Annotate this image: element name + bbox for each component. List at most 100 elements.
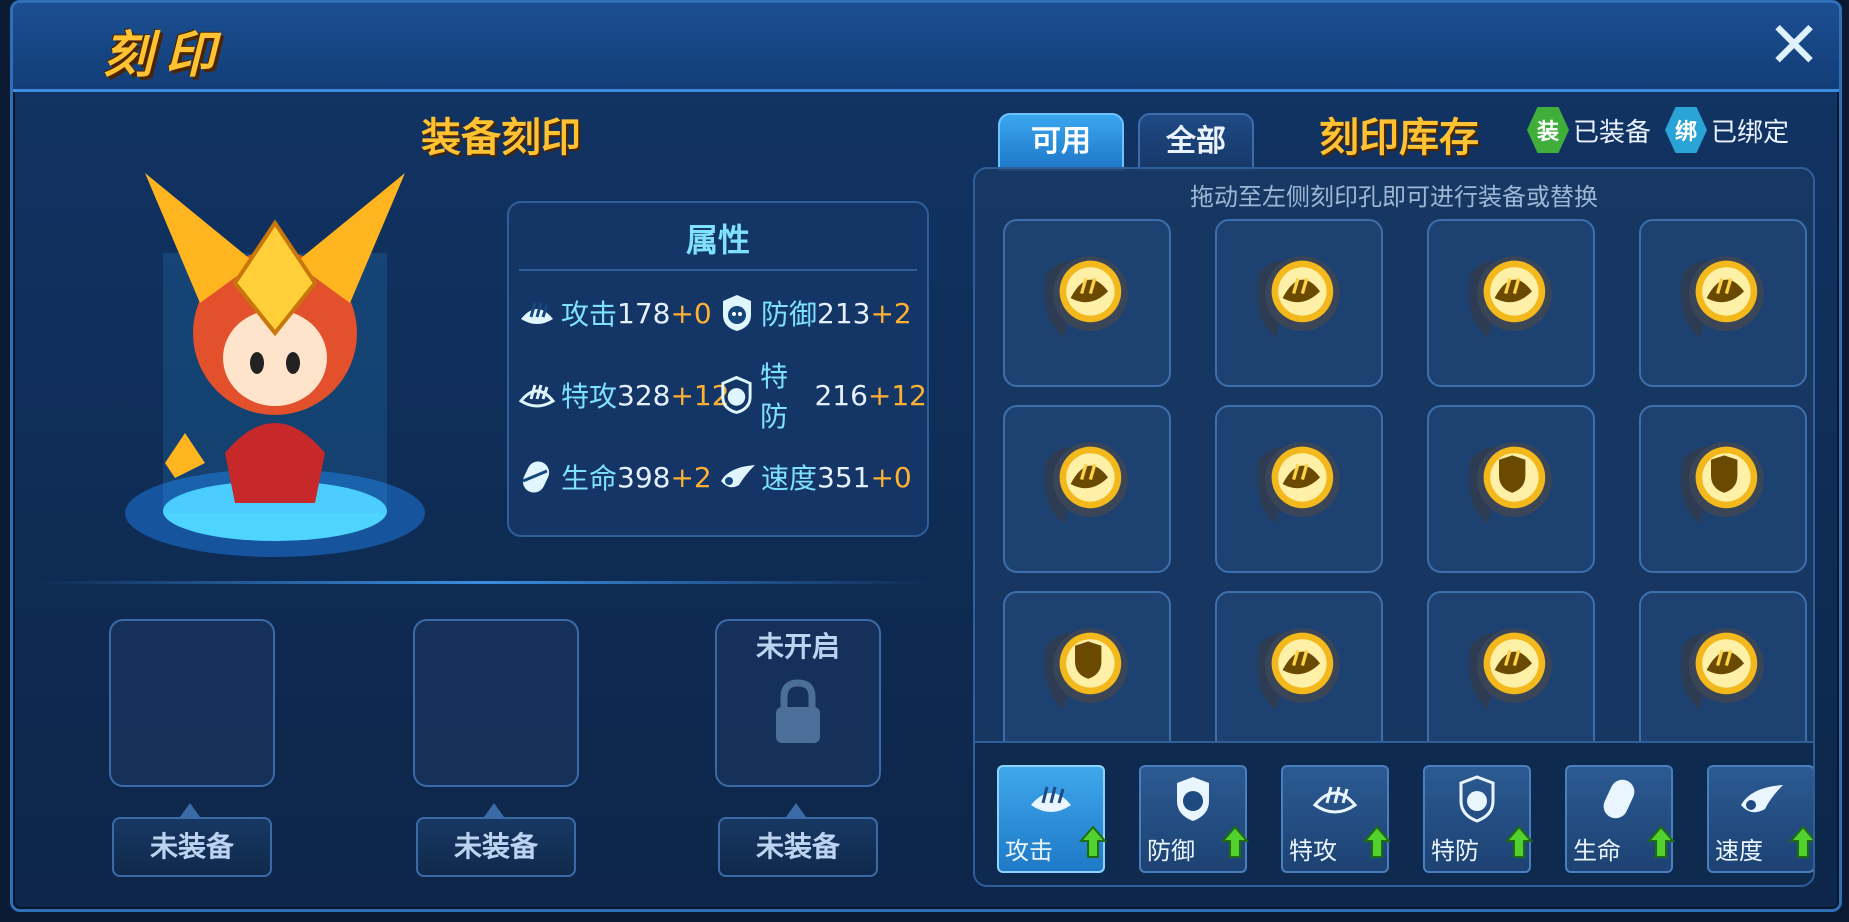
close-icon[interactable]: ✕ — [1763, 14, 1825, 78]
title-bar: 刻印 ✕ — [13, 3, 1839, 92]
defense-emblem-icon — [1031, 615, 1141, 725]
speed-icon — [1741, 785, 1783, 813]
legend-bound: 绑 已绑定 — [1665, 107, 1789, 153]
emblem-slot-1[interactable] — [109, 619, 275, 787]
speed-icon — [721, 465, 755, 488]
stat-bonus: +2 — [870, 296, 912, 330]
stat-name: 特攻 — [561, 380, 618, 413]
attack-emblem-icon — [1243, 429, 1353, 539]
filter-bar: 攻击 防御 特攻 特防 生命 速度 — [975, 741, 1813, 885]
stat-bonus: +2 — [670, 460, 712, 494]
inventory-slot[interactable] — [1003, 405, 1171, 573]
stat-bonus: +0 — [870, 460, 912, 494]
inventory-title: 刻印库存 — [1319, 115, 1479, 161]
tab-available[interactable]: 可用 — [998, 113, 1124, 171]
attack-emblem-icon — [1455, 243, 1565, 353]
inventory-slot[interactable] — [1215, 405, 1383, 573]
slot-1-status: 未装备 — [112, 817, 272, 877]
filter-label: 防御 — [1147, 837, 1195, 865]
stat-value: 351 — [817, 460, 871, 494]
stat-bonus: +12 — [867, 378, 927, 412]
filter-label: 特防 — [1431, 837, 1479, 865]
inventory-slot[interactable] — [1639, 591, 1807, 759]
attributes-title: 属性 — [685, 221, 750, 259]
attack-emblem-icon — [1031, 429, 1141, 539]
stat-special-attack: 特攻 328 +12 — [517, 375, 730, 415]
special-defense-icon — [721, 375, 752, 415]
drag-hint: 拖动至左侧刻印孔即可进行装备或替换 — [1190, 183, 1598, 211]
special-attack-icon — [518, 384, 556, 408]
stat-speed: 速度 351 +0 — [717, 457, 912, 497]
emblem-slot-3-locked: 未开启 — [715, 619, 881, 787]
filter-special-attack-button[interactable]: 特攻 — [1281, 765, 1391, 873]
filter-label: 速度 — [1715, 837, 1763, 865]
filter-label: 特攻 — [1289, 837, 1337, 865]
caret — [484, 803, 504, 817]
stat-name: 特防 — [759, 360, 788, 433]
attributes-panel: 属性 攻击 178 +0 防御 213 +2 特攻 328 +12 特防 216… — [507, 201, 929, 537]
caret — [786, 803, 806, 817]
special-defense-icon — [1459, 775, 1495, 823]
attack-emblem-icon — [1031, 243, 1141, 353]
inventory-slot[interactable] — [1003, 591, 1171, 759]
section-divider — [33, 581, 933, 584]
legend-equipped: 装 已装备 — [1527, 107, 1651, 153]
stat-name: 速度 — [761, 462, 818, 495]
caret — [180, 803, 200, 817]
window-title: 刻印 — [103, 26, 227, 84]
attack-icon — [1031, 786, 1071, 812]
inventory-slot[interactable] — [1003, 219, 1171, 387]
emblem-slot-2[interactable] — [413, 619, 579, 787]
inventory-slot[interactable] — [1215, 591, 1383, 759]
stat-special-defense: 特防 216 +12 — [717, 360, 927, 433]
slot-3-status: 未装备 — [718, 817, 878, 877]
filter-label: 攻击 — [1005, 837, 1053, 865]
filter-special-defense-button[interactable]: 特防 — [1423, 765, 1533, 873]
equipped-badge-icon: 装 — [1527, 107, 1569, 153]
stat-value: 216 — [814, 378, 868, 412]
upgrade-arrow-icon — [1221, 825, 1249, 858]
bound-badge-icon: 绑 — [1665, 107, 1707, 153]
attack-emblem-icon — [1667, 243, 1777, 353]
stat-name: 防御 — [761, 298, 818, 331]
defense-icon — [723, 295, 751, 331]
equip-emblem-title: 装备刻印 — [421, 115, 581, 161]
inventory-slot[interactable] — [1639, 405, 1807, 573]
lock-icon — [776, 679, 820, 743]
attack-icon — [521, 302, 553, 324]
hp-icon — [1603, 779, 1635, 819]
stat-bonus: +0 — [670, 296, 712, 330]
legend-text: 已装备 — [1573, 117, 1652, 148]
inventory-slot[interactable] — [1427, 219, 1595, 387]
filter-attack-button[interactable]: 攻击 — [997, 765, 1107, 873]
locked-text: 未开启 — [755, 630, 840, 663]
special-attack-icon — [1312, 786, 1358, 814]
upgrade-arrow-icon — [1505, 825, 1533, 858]
stat-attack: 攻击 178 +0 — [517, 293, 712, 333]
defense-emblem-icon — [1455, 429, 1565, 539]
upgrade-arrow-icon — [1789, 825, 1813, 858]
hero-portrait — [125, 173, 425, 557]
attack-emblem-icon — [1243, 615, 1353, 725]
tab-all[interactable]: 全部 — [1138, 113, 1254, 171]
filter-defense-button[interactable]: 防御 — [1139, 765, 1249, 873]
attack-emblem-icon — [1455, 615, 1565, 725]
emblem-window: 刻印 ✕ 装备刻印 属性 攻击 178 +0 防御 213 +2 特攻 328 … — [10, 0, 1842, 912]
upgrade-arrow-icon — [1079, 825, 1107, 858]
inventory-slot[interactable] — [1427, 405, 1595, 573]
filter-hp-button[interactable]: 生命 — [1565, 765, 1675, 873]
legend-text: 已绑定 — [1711, 117, 1790, 148]
filter-label: 生命 — [1573, 837, 1621, 865]
stat-defense: 防御 213 +2 — [717, 293, 912, 333]
defense-icon — [1177, 777, 1209, 821]
inventory-slot[interactable] — [1639, 219, 1807, 387]
stat-name: 攻击 — [561, 298, 618, 331]
inventory-slot[interactable] — [1427, 591, 1595, 759]
stat-value: 178 — [617, 296, 671, 330]
slot-2-status: 未装备 — [416, 817, 576, 877]
inventory-slot[interactable] — [1215, 219, 1383, 387]
stat-name: 生命 — [561, 462, 618, 495]
upgrade-arrow-icon — [1363, 825, 1391, 858]
filter-speed-button[interactable]: 速度 — [1707, 765, 1813, 873]
upgrade-arrow-icon — [1647, 825, 1675, 858]
